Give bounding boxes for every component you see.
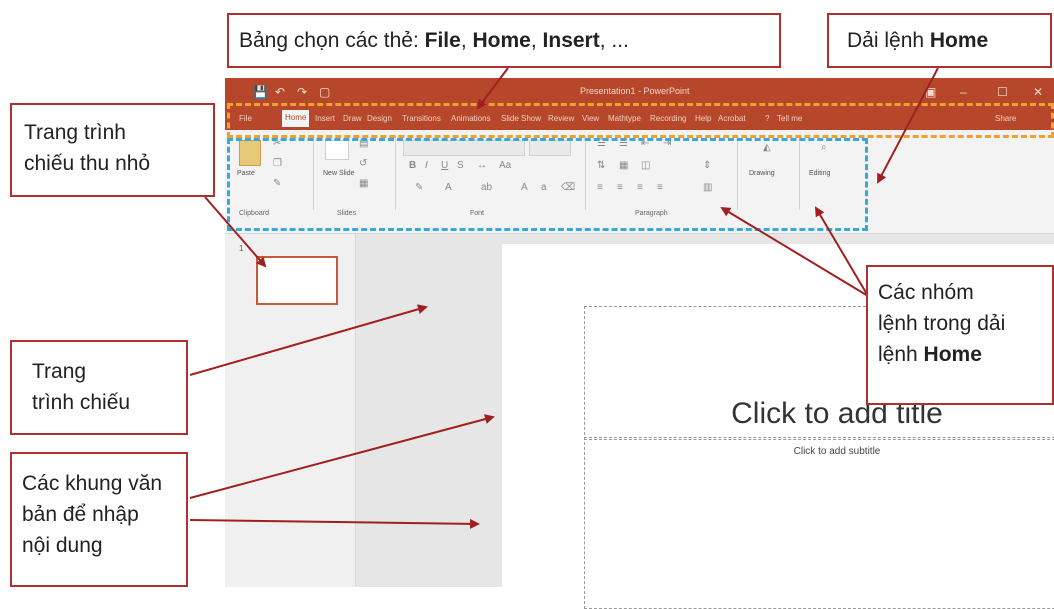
callout-textboxes-line3: nội dung bbox=[22, 534, 103, 557]
callout-tabs-prefix: Bảng chọn các thẻ: bbox=[239, 29, 425, 52]
callout-textboxes-line2: bản để nhập bbox=[22, 503, 139, 526]
arrow-tabs bbox=[476, 67, 509, 110]
arrow-slide bbox=[189, 304, 428, 376]
callout-tabs-sep2: , bbox=[530, 29, 543, 52]
callout-textboxes: Các khung văn bản để nhập nội dung bbox=[10, 452, 188, 587]
arrow-thumbnail bbox=[204, 196, 267, 268]
callout-thumbnail-line1: Trang trình bbox=[24, 121, 126, 144]
arrow-ribbon bbox=[877, 67, 939, 184]
callout-slide-line2: trình chiếu bbox=[32, 391, 131, 414]
callout-groups-line2: lệnh trong dải bbox=[878, 312, 1006, 335]
arrow-title-box bbox=[189, 414, 495, 499]
callout-groups-home: Home bbox=[923, 343, 982, 366]
callout-groups-line3: lệnh bbox=[878, 343, 924, 366]
arrow-subtitle-box bbox=[189, 518, 480, 529]
callout-tabs-home: Home bbox=[472, 29, 531, 52]
callout-tabs: Bảng chọn các thẻ: File, Home, Insert, .… bbox=[227, 13, 781, 68]
callout-thumbnail-line2: chiếu thu nhỏ bbox=[24, 152, 151, 175]
callout-slide: Trang trình chiếu bbox=[10, 340, 188, 435]
callout-thumbnail: Trang trình chiếu thu nhỏ bbox=[10, 103, 215, 197]
callout-tabs-file: File bbox=[424, 29, 461, 52]
callout-slide-line1: Trang bbox=[32, 360, 87, 383]
callout-textboxes-line1: Các khung văn bbox=[22, 472, 163, 495]
callout-tabs-insert: Insert bbox=[542, 29, 600, 52]
callout-groups-line1: Các nhóm bbox=[878, 281, 974, 304]
callout-ribbon-prefix: Dải lệnh bbox=[847, 29, 930, 52]
arrow-paragraph-group bbox=[720, 206, 869, 297]
callout-tabs-suffix: , ... bbox=[599, 29, 629, 52]
callout-command-groups: Các nhóm lệnh trong dải lệnh Home bbox=[866, 265, 1054, 405]
arrow-editing-group bbox=[814, 206, 869, 297]
callout-ribbon: Dải lệnh Home bbox=[827, 13, 1052, 68]
callout-ribbon-home: Home bbox=[929, 29, 989, 52]
callout-tabs-sep1: , bbox=[460, 29, 473, 52]
